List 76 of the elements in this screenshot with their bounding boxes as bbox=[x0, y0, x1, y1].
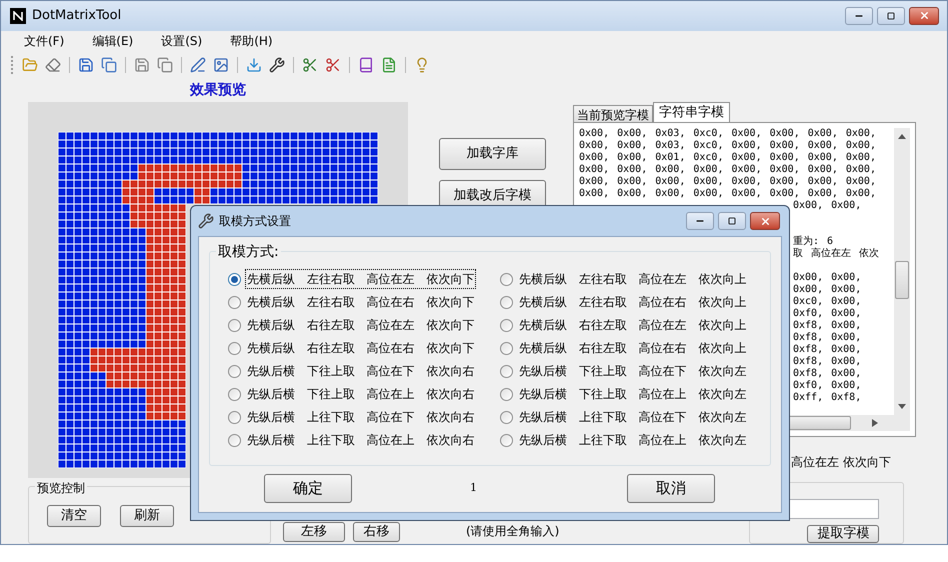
copy-icon[interactable] bbox=[155, 55, 175, 76]
output-line: 0x00, 0x00, 0x00, 0x00, 0x00, 0x00, 0x00, 0x00, bbox=[579, 164, 876, 176]
output-line: 0xf0, 0x00, bbox=[793, 308, 862, 320]
shift-button[interactable]: 右移 bbox=[353, 522, 400, 542]
output-line: 0xf8, 0x00, bbox=[793, 368, 862, 380]
close-icon bbox=[918, 10, 930, 22]
menu-item[interactable]: 文件(F) bbox=[17, 31, 72, 52]
output-line: 0xff, 0xf8, bbox=[793, 392, 862, 404]
output-line: 0x00, 0x00, 0x01, 0xc0, 0x00, 0x00, 0x00, 0x00, bbox=[579, 152, 876, 164]
radio-option[interactable]: 先横后纵 右往左取 高位在右 依次向上 bbox=[500, 339, 772, 357]
output-line: 0x00, 0x00, 0x03, 0xc0, 0x00, 0x00, 0x00, 0x00, bbox=[579, 140, 876, 152]
menu-item[interactable]: 帮助(H) bbox=[223, 31, 280, 52]
maximize-button[interactable] bbox=[877, 6, 905, 25]
vertical-scrollbar[interactable] bbox=[894, 128, 910, 431]
output-line: 0x00, 0x00, 0x00, 0x00, 0x00, 0x00, 0x00, 0x00, bbox=[579, 176, 876, 188]
output-line: 0xc0, 0x00, bbox=[793, 296, 862, 308]
shift-button[interactable]: 左移 bbox=[283, 522, 345, 542]
radio-option[interactable]: 先横后纵 左往右取 高位在左 依次向上 bbox=[500, 270, 772, 288]
up-arrow-icon bbox=[898, 134, 906, 139]
window-title: DotMatrixTool bbox=[32, 7, 122, 26]
radio-option[interactable]: 先纵后横 上往下取 高位在下 依次向右 bbox=[228, 408, 500, 426]
pen-icon[interactable] bbox=[188, 55, 208, 76]
maximize-button[interactable] bbox=[718, 212, 746, 230]
control-button[interactable]: 刷新 bbox=[120, 505, 174, 527]
status-text: 高位在左 依次向下 bbox=[791, 454, 892, 471]
output-line: 0x00, 0x00, 0x03, 0xc0, 0x00, 0x00, 0x00, 0x00, bbox=[579, 128, 876, 140]
value-text: 1 bbox=[470, 480, 477, 496]
output-line: 0xf8, 0x00, bbox=[793, 332, 862, 344]
control-button[interactable]: 清空 bbox=[47, 505, 101, 527]
radio-option[interactable]: 先横后纵 左往右取 高位在右 依次向上 bbox=[500, 293, 772, 311]
output-line: 取 高位在左 依次 bbox=[793, 248, 880, 260]
group-title: 预览控制 bbox=[35, 479, 87, 497]
output-line: 重为: 6 bbox=[793, 236, 834, 248]
ok-button[interactable]: 确定 bbox=[264, 474, 352, 503]
output-line: 0x00, 0x00, bbox=[793, 272, 862, 284]
copy-icon[interactable] bbox=[99, 55, 119, 76]
scrollbar-thumb[interactable] bbox=[895, 261, 909, 299]
down-arrow-icon bbox=[898, 404, 906, 409]
app-icon bbox=[10, 8, 26, 24]
close-button[interactable] bbox=[909, 6, 939, 25]
radio-option[interactable]: 先纵后横 下往上取 高位在下 依次向左 bbox=[500, 362, 772, 380]
tab[interactable]: 字符串字模 bbox=[653, 102, 730, 122]
close-button[interactable] bbox=[750, 212, 780, 230]
radio-option[interactable]: 先纵后横 上往下取 高位在上 依次向右 bbox=[228, 431, 500, 449]
output-line: 0xf8, 0x00, bbox=[793, 320, 862, 332]
output-line: 0x00, 0x00, bbox=[793, 284, 862, 296]
radio-option[interactable]: 先横后纵 左往右取 高位在右 依次向下 bbox=[228, 293, 500, 311]
preview-title: 效果预览 bbox=[190, 80, 246, 100]
right-arrow-icon bbox=[872, 419, 878, 427]
wrench-icon bbox=[198, 213, 214, 229]
maximize-icon bbox=[887, 12, 895, 20]
output-line: 0xf0, 0x00, bbox=[793, 380, 862, 392]
dialog-title: 取模方式设置 bbox=[219, 213, 291, 230]
load-button[interactable]: 加载字库 bbox=[439, 138, 546, 170]
radio-option[interactable]: 先横后纵 左往右取 高位在左 依次向下 bbox=[228, 270, 500, 288]
radio-option[interactable]: 先纵后横 下往上取 高位在上 依次向左 bbox=[500, 385, 772, 403]
radio-option[interactable]: 先纵后横 上往下取 高位在上 依次向左 bbox=[500, 431, 772, 449]
output-line: 0xf8, 0x00, bbox=[793, 344, 862, 356]
wrench-icon[interactable] bbox=[267, 55, 287, 76]
radio-option[interactable]: 先横后纵 右往左取 高位在左 依次向下 bbox=[228, 316, 500, 334]
radio-option[interactable]: 先纵后横 下往上取 高位在上 依次向右 bbox=[228, 385, 500, 403]
menu-item[interactable]: 设置(S) bbox=[154, 31, 210, 52]
radio-option[interactable]: 先纵后横 上往下取 高位在下 依次向左 bbox=[500, 408, 772, 426]
output-line: 0x00, 0x00, bbox=[793, 200, 862, 212]
tab[interactable]: 当前预览字模 bbox=[573, 105, 653, 122]
output-line: 0xf8, 0x00, bbox=[793, 356, 862, 368]
extract-button[interactable]: 提取字模 bbox=[807, 525, 880, 543]
radio-option[interactable]: 先纵后横 下往上取 高位在下 依次向右 bbox=[228, 362, 500, 380]
maximize-icon bbox=[728, 217, 736, 225]
cancel-button[interactable]: 取消 bbox=[627, 474, 715, 503]
radio-option[interactable]: 先横后纵 右往左取 高位在右 依次向下 bbox=[228, 339, 500, 357]
output-line: 0x00, 0x00, 0x00, 0x00, 0x00, 0x00, 0x00, 0x00, bbox=[579, 188, 876, 200]
radio-option[interactable]: 先横后纵 右往左取 高位在左 依次向上 bbox=[500, 316, 772, 334]
close-icon bbox=[760, 216, 770, 226]
menu-item[interactable]: 编辑(E) bbox=[85, 31, 140, 52]
hint-text: (请使用全角输入) bbox=[466, 523, 560, 540]
